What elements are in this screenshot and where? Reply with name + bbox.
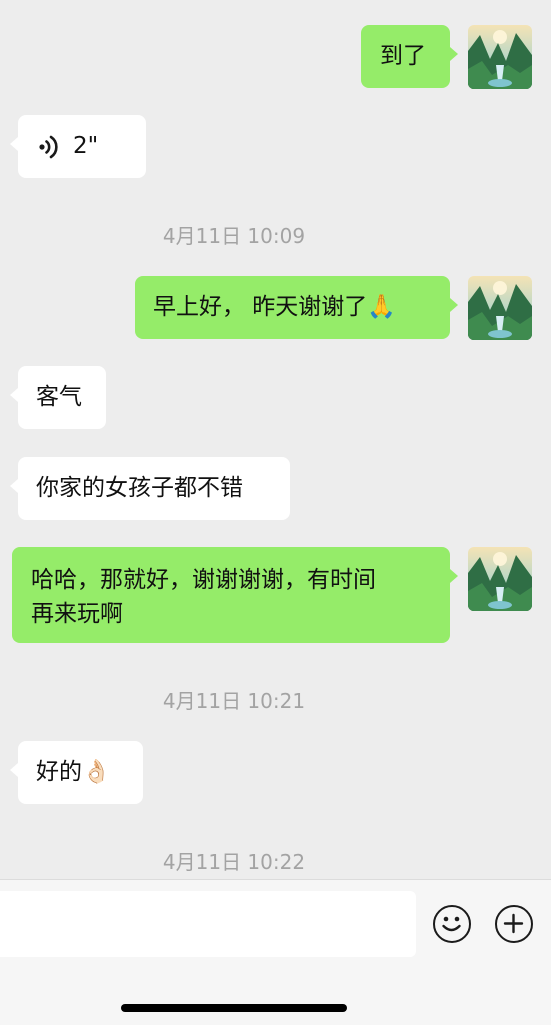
plus-circle-icon bbox=[503, 913, 524, 934]
user-avatar[interactable] bbox=[468, 25, 532, 89]
smiley-face-icon bbox=[442, 916, 461, 932]
incoming-voice-message[interactable]: 2" bbox=[10, 115, 146, 178]
voice-wave-icon bbox=[38, 134, 60, 170]
incoming-message-bubble[interactable]: 好的👌🏻 bbox=[10, 741, 143, 804]
message-text: 你家的女孩子都不错 bbox=[36, 475, 243, 501]
message-input[interactable] bbox=[0, 891, 416, 957]
timestamp: 4月11日 10:09 bbox=[162, 224, 306, 248]
outgoing-message-bubble[interactable]: 哈哈，那就好，谢谢谢谢，有时间 再来玩啊 bbox=[12, 547, 458, 643]
message-text-line-2: 再来玩啊 bbox=[31, 601, 123, 627]
message-text-line-1: 哈哈，那就好，谢谢谢谢，有时间 bbox=[31, 567, 376, 593]
timestamp: 4月11日 10:22 bbox=[162, 850, 306, 874]
more-button[interactable] bbox=[495, 905, 533, 943]
user-avatar[interactable] bbox=[468, 547, 532, 611]
timestamp: 4月11日 10:21 bbox=[162, 689, 306, 713]
landscape-avatar-icon bbox=[468, 25, 532, 89]
incoming-message-bubble[interactable]: 客气 bbox=[10, 366, 106, 429]
home-indicator bbox=[121, 1004, 347, 1012]
landscape-avatar-icon bbox=[468, 276, 532, 340]
user-avatar[interactable] bbox=[468, 276, 532, 340]
message-text: 客气 bbox=[36, 384, 82, 410]
outgoing-message-bubble[interactable]: 到了 bbox=[361, 25, 458, 88]
message-text: 早上好， 昨天谢谢了🙏 bbox=[153, 294, 396, 320]
voice-duration: 2" bbox=[73, 133, 99, 159]
emoji-button[interactable] bbox=[433, 905, 471, 943]
landscape-avatar-icon bbox=[468, 547, 532, 611]
incoming-message-bubble[interactable]: 你家的女孩子都不错 bbox=[10, 457, 290, 520]
outgoing-message-bubble[interactable]: 早上好， 昨天谢谢了🙏 bbox=[135, 276, 458, 339]
message-text: 好的👌🏻 bbox=[36, 759, 111, 785]
message-text: 到了 bbox=[380, 43, 426, 69]
